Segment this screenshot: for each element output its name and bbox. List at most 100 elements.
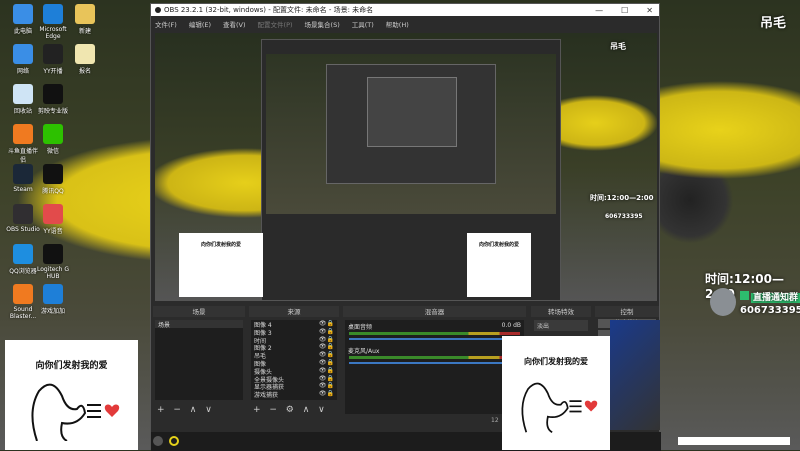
source-item[interactable]: 图像 3 👁🔒 bbox=[251, 328, 337, 337]
status-text: 12 bbox=[491, 417, 499, 424]
desktop-icon[interactable]: 报名 bbox=[68, 44, 102, 75]
audio-meter bbox=[349, 355, 520, 359]
app-icon bbox=[43, 44, 63, 64]
app-icon bbox=[43, 244, 63, 264]
preview-overlay-number: 606733395 bbox=[605, 213, 643, 220]
desktop-icon[interactable]: QQ浏览器 bbox=[6, 244, 40, 275]
meme-figure-icon bbox=[521, 382, 597, 433]
preview-overlay-time: 时间:12:00—2:00 bbox=[590, 194, 654, 202]
desktop-icon[interactable]: 斗鱼直播伴侣 bbox=[6, 124, 40, 164]
preview-meme-left: 向你们发射我的爱 bbox=[179, 233, 263, 297]
meme-card-left: 向你们发射我的爱 bbox=[5, 340, 138, 450]
eye-icon[interactable]: 👁 bbox=[319, 328, 327, 335]
source-item[interactable]: 吊毛 👁🔒 bbox=[251, 351, 337, 360]
app-icon bbox=[13, 284, 33, 304]
desktop-icon[interactable]: 回收站 bbox=[6, 84, 40, 115]
source-toolbar[interactable]: + − ⚙ ∧ ∨ bbox=[253, 405, 328, 415]
menu-bar: 文件(F) 编辑(E) 查看(V) 配置文件(P) 场景集合(S) 工具(T) … bbox=[151, 16, 659, 31]
app-icon bbox=[13, 164, 33, 184]
scenes-dock: 场景 场景 + − ∧ ∨ bbox=[153, 306, 245, 418]
desktop-icon[interactable]: 网络 bbox=[6, 44, 40, 75]
app-icon bbox=[43, 84, 63, 104]
app-icon bbox=[13, 244, 33, 264]
close-button[interactable]: ✕ bbox=[646, 6, 653, 15]
lock-icon[interactable]: 🔒 bbox=[327, 343, 334, 350]
eye-icon[interactable]: 👁 bbox=[319, 375, 327, 382]
lock-icon[interactable]: 🔒 bbox=[327, 390, 334, 397]
scene-item[interactable]: 场景 bbox=[155, 320, 243, 329]
maximize-button[interactable]: ☐ bbox=[621, 6, 628, 15]
eye-icon[interactable]: 👁 bbox=[319, 320, 327, 327]
desktop-icon[interactable]: Steam bbox=[6, 164, 40, 193]
eye-icon[interactable]: 👁 bbox=[319, 351, 327, 358]
desktop-icon[interactable]: YY语音 bbox=[36, 204, 70, 235]
desktop-icon[interactable]: Sound Blaster... bbox=[6, 284, 40, 320]
lock-icon[interactable]: 🔒 bbox=[327, 320, 334, 327]
sources-title: 来源 bbox=[249, 306, 339, 317]
mixer-title: 混音器 bbox=[343, 306, 526, 317]
app-icon bbox=[43, 284, 63, 304]
menu-scene-collection[interactable]: 场景集合(S) bbox=[305, 19, 340, 29]
minimize-button[interactable]: — bbox=[595, 6, 603, 15]
obs-logo-icon bbox=[155, 7, 161, 13]
volume-slider[interactable] bbox=[349, 337, 520, 340]
menu-file[interactable]: 文件(F) bbox=[155, 19, 177, 29]
mixer-dock: 混音器 桌面音频 0.0 dB 麦克风/Aux bbox=[343, 306, 526, 418]
desktop-icon[interactable]: OBS Studio bbox=[6, 204, 40, 233]
mixer-channel-name: 麦克风/Aux bbox=[348, 347, 380, 355]
app-icon bbox=[43, 124, 63, 144]
eye-icon[interactable]: 👁 bbox=[319, 390, 327, 397]
mixer-channel-name: 桌面音频 bbox=[348, 324, 373, 331]
lock-icon[interactable]: 🔒 bbox=[327, 382, 334, 389]
yy-taskbar-icon[interactable] bbox=[169, 436, 179, 446]
preview-canvas[interactable]: 吊毛 时间:12:00—2:00 606733395 向你们发射我的爱 向你们发… bbox=[155, 33, 657, 301]
lock-icon[interactable]: 🔒 bbox=[327, 359, 334, 366]
menu-view[interactable]: 查看(V) bbox=[223, 19, 246, 29]
source-item[interactable]: 摄像头 👁🔒 bbox=[251, 367, 337, 376]
eye-icon[interactable]: 👁 bbox=[319, 336, 327, 343]
menu-tools[interactable]: 工具(T) bbox=[352, 19, 374, 29]
eye-icon[interactable]: 👁 bbox=[319, 367, 327, 374]
menu-help[interactable]: 帮助(H) bbox=[386, 19, 409, 29]
controls-title: 控制 bbox=[595, 306, 659, 317]
source-item[interactable]: 游戏捕获 👁🔒 bbox=[251, 390, 337, 399]
transitions-title: 转场特效 bbox=[531, 306, 591, 317]
transition-select[interactable]: 淡出 bbox=[534, 320, 588, 331]
scene-toolbar[interactable]: + − ∧ ∨ bbox=[157, 405, 215, 415]
meme-figure-icon bbox=[31, 383, 119, 441]
app-icon bbox=[13, 44, 33, 64]
lock-icon[interactable]: 🔒 bbox=[327, 367, 334, 374]
lock-icon[interactable]: 🔒 bbox=[327, 328, 334, 335]
source-item[interactable]: 图像 4 👁🔒 bbox=[251, 320, 337, 329]
volume-slider[interactable] bbox=[349, 361, 520, 364]
app-icon bbox=[43, 164, 63, 184]
desktop-icon[interactable]: 此电脑 bbox=[6, 4, 40, 35]
desktop-icon[interactable]: 剪映专业版 bbox=[36, 84, 70, 115]
menu-edit[interactable]: 编辑(E) bbox=[189, 19, 211, 29]
sources-dock: 来源 图像 4 👁🔒 图像 3 👁🔒 时间 👁🔒 图像 2 👁🔒 吊毛 👁🔒 图像 👁🔒 摄像头 👁🔒 全景… bbox=[249, 306, 339, 418]
lock-icon[interactable]: 🔒 bbox=[327, 336, 334, 343]
desktop-icon[interactable]: 游戏加加 bbox=[36, 284, 70, 315]
webcam-area bbox=[610, 320, 660, 430]
app-icon bbox=[13, 124, 33, 144]
source-item[interactable]: 图像 👁🔒 bbox=[251, 359, 337, 368]
desktop-icon[interactable]: Microsoft Edge bbox=[36, 4, 70, 40]
desktop-icon[interactable]: 微信 bbox=[36, 124, 70, 155]
source-item[interactable]: 显示器捕获 👁🔒 bbox=[251, 382, 337, 391]
lock-icon[interactable]: 🔒 bbox=[327, 375, 334, 382]
desktop-icon[interactable]: 腾讯QQ bbox=[36, 164, 70, 195]
meme-caption: 向你们发射我的爱 bbox=[35, 361, 108, 371]
eye-icon[interactable]: 👁 bbox=[319, 359, 327, 366]
desktop-icon[interactable]: 新建 bbox=[68, 4, 102, 35]
overlay-name: 吊毛 bbox=[760, 16, 787, 31]
window-title: OBS 23.2.1 (32-bit, windows) - 配置文件: 未命名… bbox=[164, 6, 374, 14]
desktop-icon[interactable]: Logitech G HUB bbox=[36, 244, 70, 280]
group-label: 直播通知群 bbox=[740, 290, 800, 303]
eye-icon[interactable]: 👁 bbox=[319, 382, 327, 389]
desktop-icon[interactable]: YY开播 bbox=[36, 44, 70, 75]
app-icon bbox=[43, 4, 63, 24]
obs-taskbar-icon[interactable] bbox=[153, 436, 163, 446]
menu-profile[interactable]: 配置文件(P) bbox=[258, 19, 293, 29]
eye-icon[interactable]: 👁 bbox=[319, 343, 327, 350]
lock-icon[interactable]: 🔒 bbox=[327, 351, 334, 358]
